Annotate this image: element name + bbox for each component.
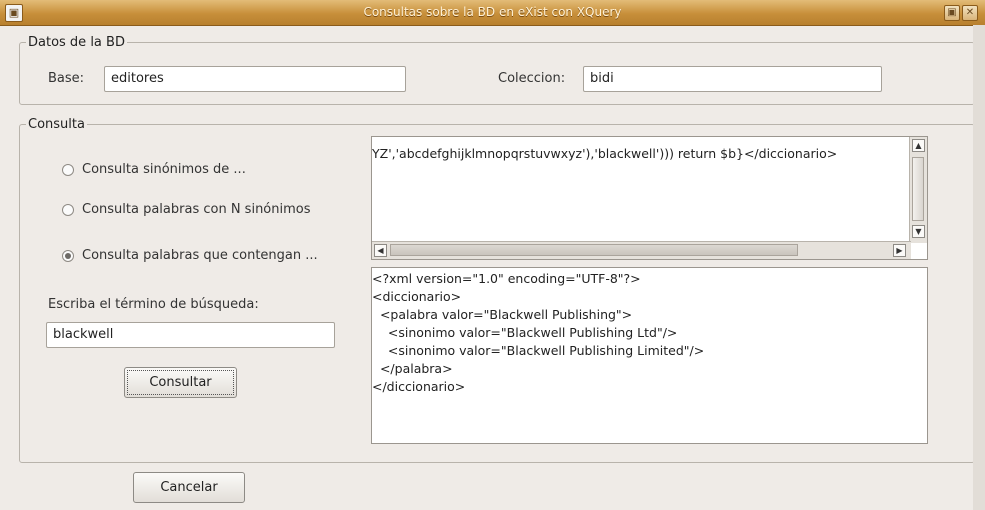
result-line: <sinonimo valor="Blackwell Publishing Li… bbox=[372, 343, 705, 358]
cancel-button[interactable]: Cancelar bbox=[133, 472, 245, 503]
query-horizontal-scrollbar[interactable]: ◀ ▶ bbox=[372, 241, 911, 259]
radio-label: Consulta sinónimos de ... bbox=[82, 162, 246, 177]
consultar-button[interactable]: Consultar bbox=[124, 367, 237, 398]
result-line: <sinonimo valor="Blackwell Publishing Lt… bbox=[372, 325, 678, 340]
radio-consulta-n-sinonimos[interactable]: Consulta palabras con N sinónimos bbox=[62, 202, 311, 217]
base-label: Base: bbox=[48, 71, 85, 86]
result-line: </diccionario> bbox=[372, 379, 466, 394]
window-edge bbox=[973, 25, 985, 510]
result-line: <palabra valor="Blackwell Publishing"> bbox=[372, 307, 633, 322]
scroll-right-icon[interactable]: ▶ bbox=[893, 244, 906, 257]
scroll-thumb[interactable] bbox=[912, 157, 924, 221]
query-vertical-scrollbar[interactable]: ▲ ▼ bbox=[909, 137, 927, 243]
scroll-down-icon[interactable]: ▼ bbox=[912, 225, 925, 238]
scroll-left-icon[interactable]: ◀ bbox=[374, 244, 387, 257]
query-textarea[interactable]: YZ','abcdefghijklmnopqrstuvwxyz'),'black… bbox=[371, 136, 928, 260]
query-text: YZ','abcdefghijklmnopqrstuvwxyz'),'black… bbox=[372, 146, 838, 161]
radio-label: Consulta palabras que contengan ... bbox=[82, 248, 318, 263]
scroll-thumb[interactable] bbox=[390, 244, 798, 256]
radio-indicator[interactable] bbox=[62, 203, 74, 216]
datos-bd-legend: Datos de la BD bbox=[28, 35, 125, 50]
radio-consulta-sinonimos[interactable]: Consulta sinónimos de ... bbox=[62, 162, 246, 177]
window-title: Consultas sobre la BD en eXist con XQuer… bbox=[363, 5, 622, 19]
radio-consulta-contengan[interactable]: Consulta palabras que contengan ... bbox=[62, 248, 318, 263]
base-input[interactable]: editores bbox=[104, 66, 406, 92]
radio-indicator[interactable] bbox=[62, 163, 74, 176]
result-line: <diccionario> bbox=[372, 289, 462, 304]
consulta-legend: Consulta bbox=[28, 117, 85, 132]
result-textarea[interactable]: <?xml version="1.0" encoding="UTF-8"?> <… bbox=[371, 267, 928, 444]
radio-indicator-selected[interactable] bbox=[62, 249, 74, 262]
title-bar[interactable]: ▣ Consultas sobre la BD en eXist con XQu… bbox=[0, 0, 985, 26]
search-term-label: Escriba el término de búsqueda: bbox=[48, 297, 259, 312]
coleccion-label: Coleccion: bbox=[498, 71, 566, 86]
scroll-up-icon[interactable]: ▲ bbox=[912, 139, 925, 152]
maximize-icon[interactable]: ▣ bbox=[944, 5, 960, 21]
search-term-input[interactable]: blackwell bbox=[46, 322, 335, 348]
coleccion-input[interactable]: bidi bbox=[583, 66, 882, 92]
result-line: <?xml version="1.0" encoding="UTF-8"?> bbox=[372, 271, 641, 286]
close-icon[interactable]: ✕ bbox=[962, 5, 978, 21]
result-line: </palabra> bbox=[372, 361, 453, 376]
radio-label: Consulta palabras con N sinónimos bbox=[82, 202, 311, 217]
